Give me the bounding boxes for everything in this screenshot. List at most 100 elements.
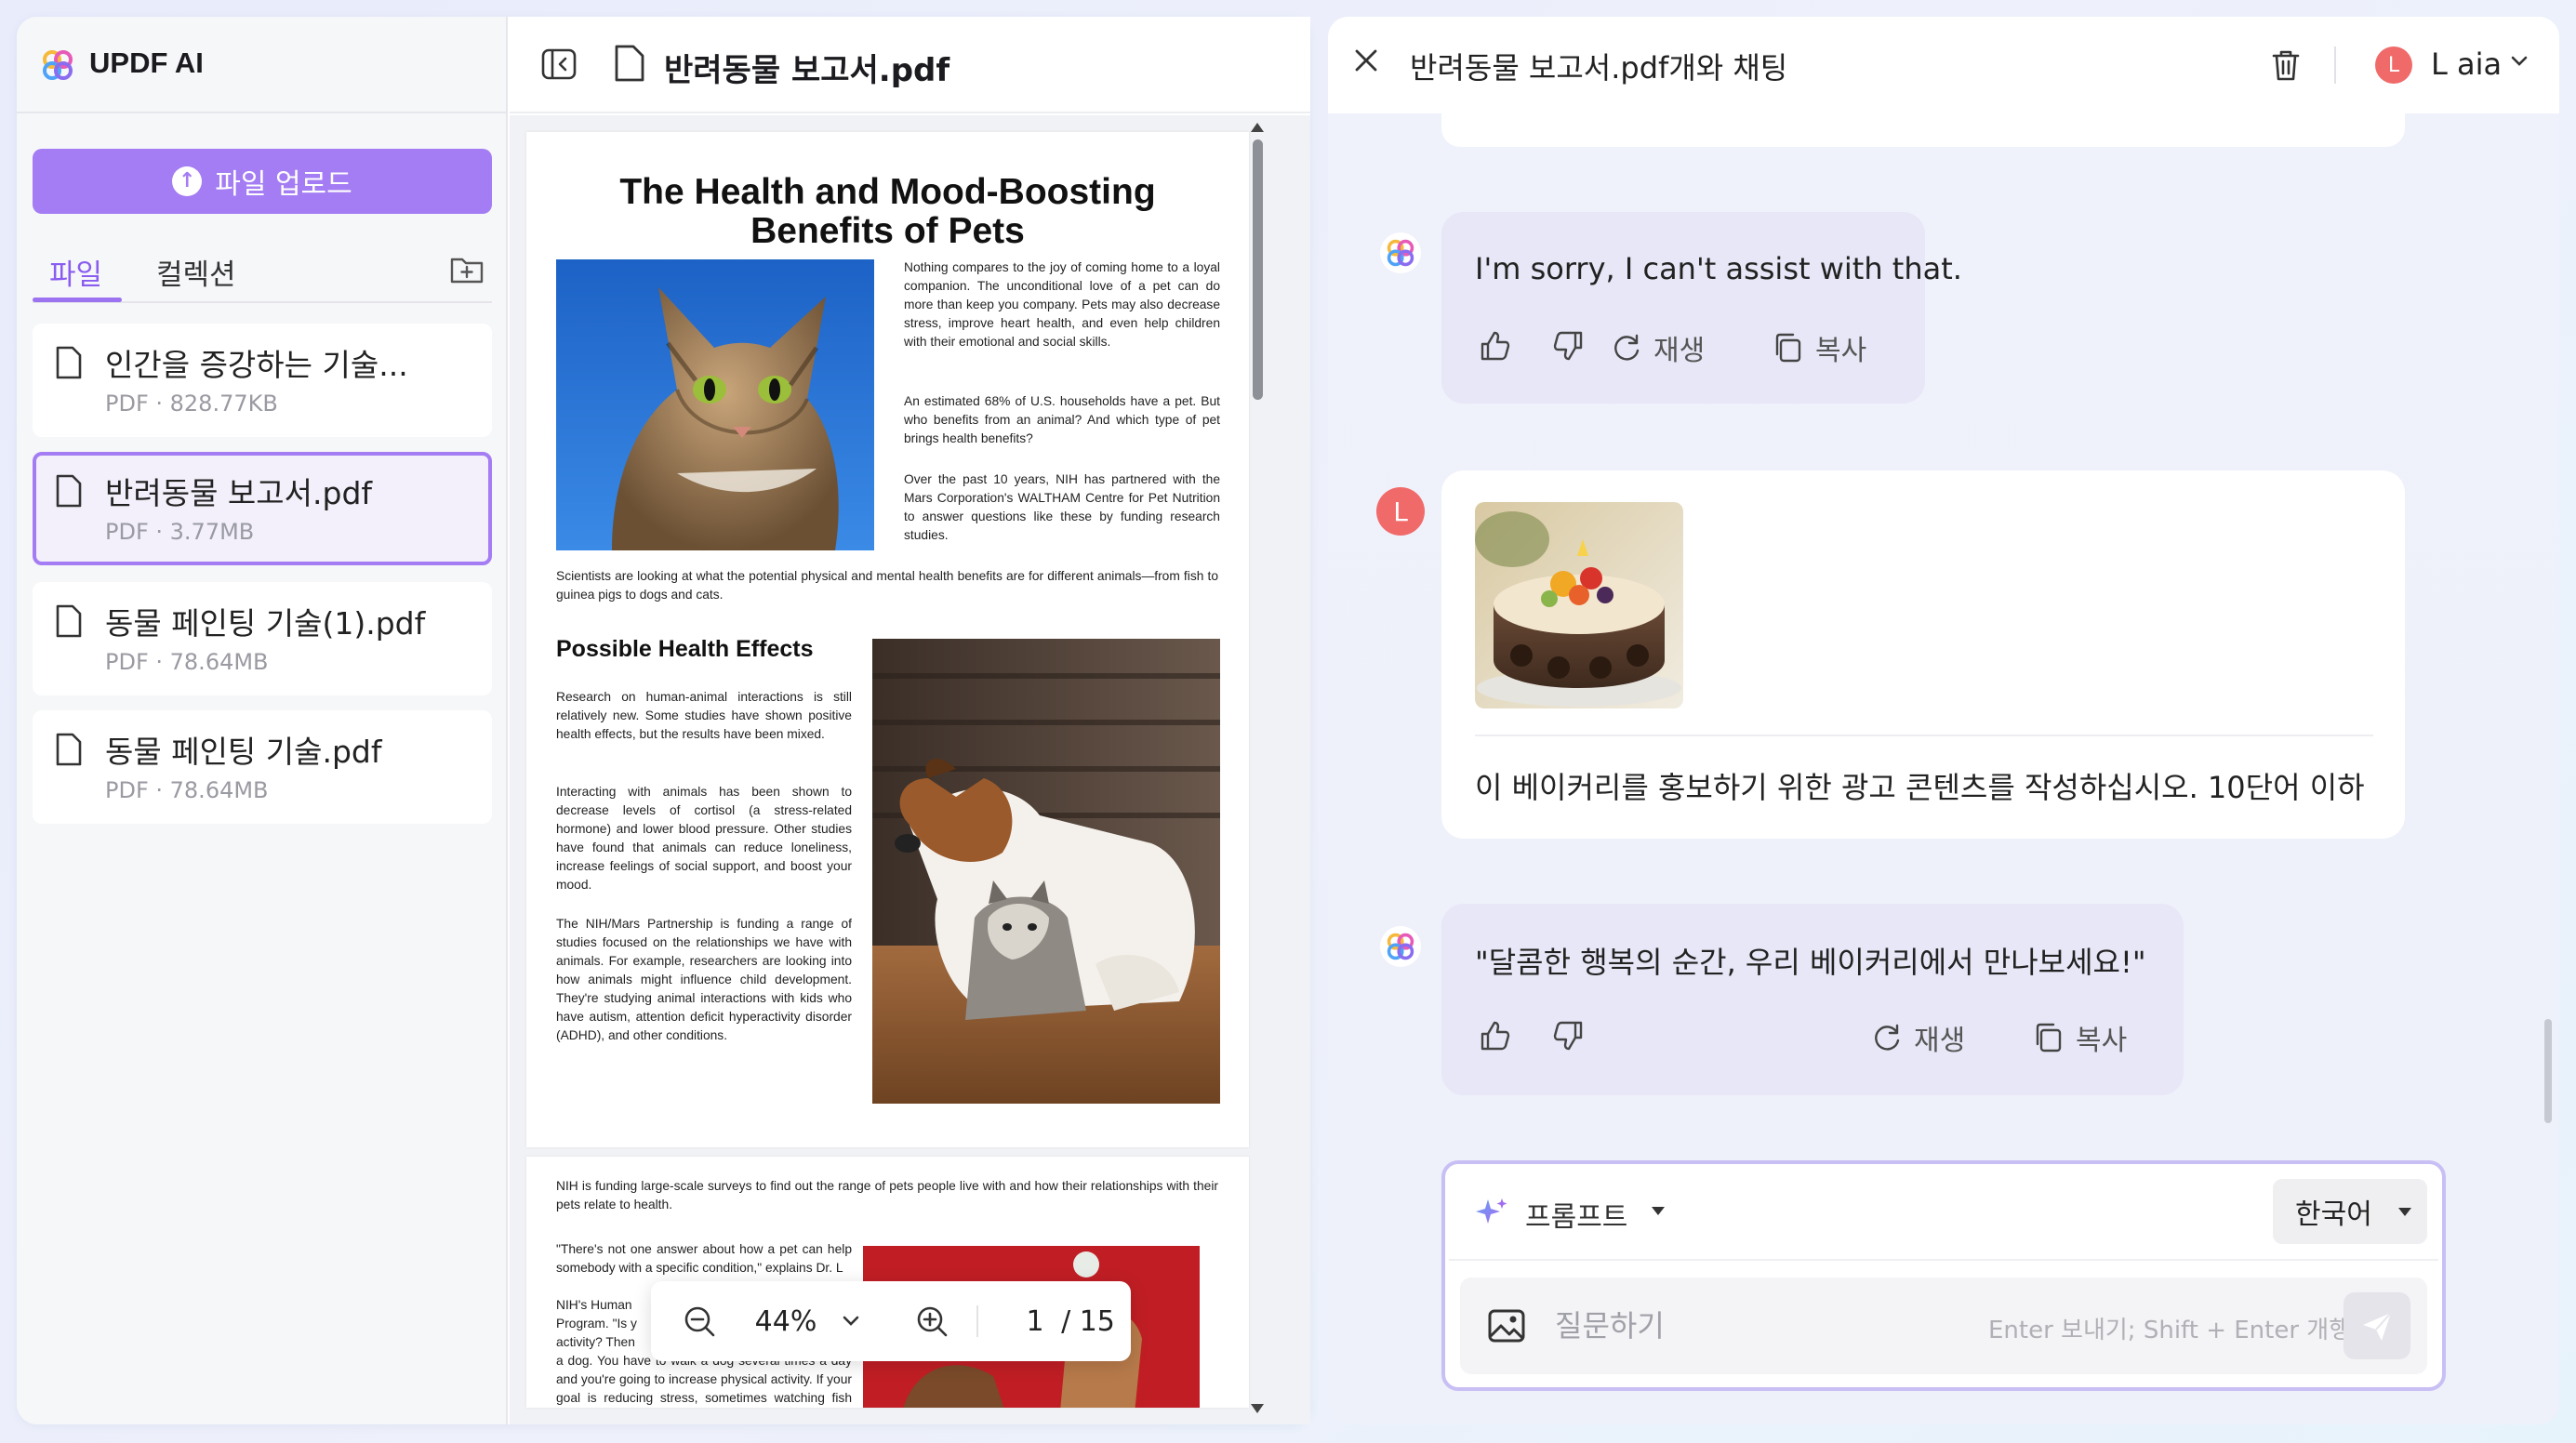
page-total: / 15 [1061, 1304, 1115, 1338]
user-message-avatar: L [1376, 487, 1425, 536]
file-name: 반려동물 보고서.pdf [105, 475, 373, 511]
zoom-dropdown-button[interactable] [828, 1281, 874, 1361]
regenerate-button[interactable]: 재생 [1871, 1017, 1965, 1058]
send-hint: Enter 보내기; Shift + Enter 개행 [1988, 1317, 2352, 1344]
like-button[interactable] [1479, 1019, 1512, 1052]
file-meta: PDF · 3.77MB [105, 519, 255, 545]
collapse-sidebar-icon[interactable] [541, 48, 577, 80]
pdf-paragraph: Research on human-animal interactions is… [556, 690, 852, 741]
updf-logo-icon [43, 50, 73, 80]
dog-and-cat-photo [872, 639, 1220, 1104]
user-avatar[interactable]: L [2375, 46, 2412, 84]
updf-logo-icon [1387, 239, 1414, 267]
file-card[interactable]: 동물 페인팅 기술.pdf PDF · 78.64MB [33, 710, 492, 824]
tab-files[interactable]: 파일 [49, 251, 102, 293]
file-name: 동물 페인팅 기술(1).pdf [105, 605, 426, 642]
regenerate-button[interactable]: 재생 [1611, 327, 1705, 368]
zoom-in-button[interactable] [895, 1281, 969, 1361]
sparkle-icon [1476, 1198, 1507, 1224]
chevron-down-icon[interactable] [2511, 56, 2528, 67]
copy-label: 복사 [1815, 335, 1867, 367]
pdf-section-heading: Possible Health Effects [556, 636, 814, 662]
document-icon [615, 45, 644, 82]
upload-file-button[interactable]: ↑ 파일 업로드 [33, 149, 492, 214]
document-title: 반려동물 보고서.pdf [664, 52, 950, 89]
pdf-paragraph: An estimated 68% of U.S. households have… [904, 394, 1220, 445]
active-tab-indicator [33, 298, 122, 302]
file-card[interactable]: 동물 페인팅 기술(1).pdf PDF · 78.64MB [33, 582, 492, 695]
zoom-out-button[interactable] [662, 1281, 737, 1361]
app-title: UPDF AI [89, 46, 204, 79]
dislike-button[interactable] [1551, 1019, 1585, 1052]
trash-icon[interactable] [2271, 48, 2301, 82]
ai-message-text: I'm sorry, I can't assist with that. [1475, 251, 1962, 286]
pdf-paragraph: "There's not one answer about how a pet … [556, 1242, 852, 1275]
close-icon[interactable] [1354, 48, 1378, 73]
scroll-up-arrow[interactable] [1251, 123, 1264, 132]
pdf-paragraph: Scientists are looking at what the poten… [556, 569, 1218, 602]
cat-photo [556, 259, 874, 550]
thumbs-down-icon [1553, 1021, 1583, 1051]
caret-down-icon[interactable] [1652, 1207, 1665, 1215]
prompt-menu-button[interactable]: 프롬프트 [1525, 1194, 1627, 1235]
language-label: 한국어 [2295, 1198, 2372, 1231]
pdf-paragraph: Nothing compares to the joy of coming ho… [904, 260, 1220, 349]
new-folder-icon[interactable] [450, 255, 484, 285]
file-icon [56, 733, 82, 766]
thumbs-up-icon [1481, 331, 1510, 361]
pdf-title-line: Benefits of Pets [750, 211, 1025, 251]
file-meta: PDF · 78.64MB [105, 649, 269, 675]
ai-avatar [1380, 232, 1421, 273]
ai-message-bubble: "달콤한 행복의 순간, 우리 베이커리에서 만나보세요!" 재생 복사 [1441, 904, 2184, 1095]
file-card[interactable]: 인간을 증강하는 기술... PDF · 828.77KB [33, 324, 492, 437]
ai-avatar [1380, 926, 1421, 967]
user-name[interactable]: L aia [2431, 46, 2502, 82]
regenerate-label: 재생 [1653, 335, 1706, 367]
updf-logo-icon [1387, 933, 1414, 960]
file-name: 동물 페인팅 기술.pdf [105, 734, 382, 770]
zoom-in-icon [917, 1306, 948, 1337]
send-button[interactable] [2344, 1292, 2410, 1359]
pdf-paragraph: Over the past 10 years, NIH has partnere… [904, 472, 1220, 542]
refresh-icon [1614, 334, 1640, 361]
caret-down-icon [2397, 1207, 2411, 1216]
file-icon [56, 346, 82, 379]
file-icon [56, 604, 82, 638]
copy-label: 복사 [2076, 1025, 2128, 1057]
scroll-down-arrow[interactable] [1251, 1404, 1264, 1413]
like-button[interactable] [1479, 329, 1512, 363]
file-name: 인간을 증강하는 기술... [105, 347, 408, 383]
toolbar-divider [976, 1305, 978, 1337]
thumbs-down-icon [1553, 331, 1583, 361]
regenerate-label: 재생 [1914, 1025, 1966, 1057]
file-icon [56, 474, 82, 508]
file-meta: PDF · 78.64MB [105, 777, 269, 803]
pdf-paragraph: Interacting with animals has been shown … [556, 785, 852, 892]
pdf-paragraph: NIH is funding large-scale surveys to fi… [556, 1179, 1218, 1211]
chevron-down-icon [843, 1316, 859, 1326]
message-divider [1475, 735, 2373, 736]
user-message-text: 이 베이커리를 홍보하기 위한 광고 콘텐츠를 작성하십시오. 10단어 이하 [1475, 770, 2365, 805]
upload-button-label: 파일 업로드 [215, 168, 352, 201]
input-divider [1449, 1259, 2438, 1261]
thumbs-up-icon [1481, 1021, 1510, 1051]
copy-button[interactable]: 복사 [1773, 327, 1866, 368]
copy-button[interactable]: 복사 [2033, 1017, 2127, 1058]
header-divider [2334, 46, 2336, 84]
language-select[interactable]: 한국어 [2273, 1179, 2427, 1244]
dislike-button[interactable] [1551, 329, 1585, 363]
cake-image[interactable] [1475, 502, 1683, 708]
question-input[interactable] [1555, 1298, 1964, 1354]
image-upload-icon[interactable] [1488, 1309, 1525, 1343]
pdf-paragraph: The NIH/Mars Partnership is funding a ra… [556, 917, 852, 1042]
refresh-icon [1875, 1024, 1900, 1051]
pdf-title-line: The Health and Mood-Boosting [619, 172, 1156, 212]
copy-icon [2036, 1023, 2062, 1052]
file-card-selected[interactable]: 반려동물 보고서.pdf PDF · 3.77MB [33, 452, 492, 565]
chat-scrollbar-thumb[interactable] [2544, 1019, 2552, 1123]
tab-collections[interactable]: 컬렉션 [156, 251, 236, 293]
scrollbar-thumb[interactable] [1253, 139, 1263, 400]
pdf-title: The Health and Mood-Boosting Benefits of… [526, 173, 1249, 251]
copy-icon [1775, 333, 1801, 363]
file-meta: PDF · 828.77KB [105, 391, 278, 417]
